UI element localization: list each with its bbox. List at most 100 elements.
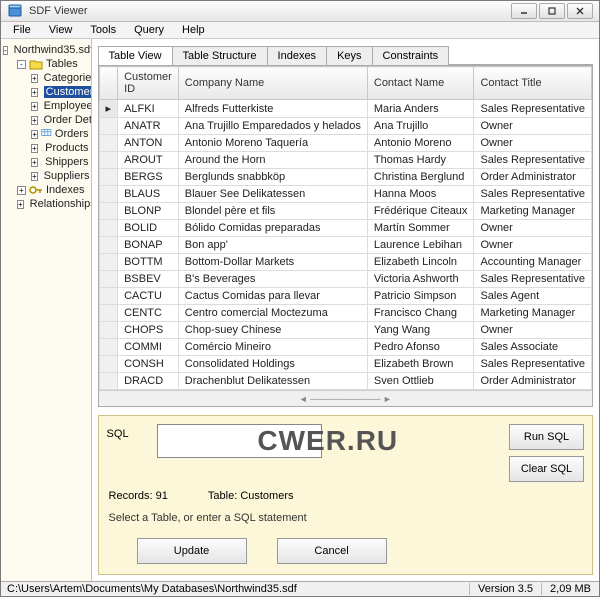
row-selector[interactable] [99, 152, 118, 169]
table-row[interactable]: CENTCCentro comercial MoctezumaFrancisco… [99, 305, 591, 322]
tree-relationships[interactable]: + Relationships [17, 197, 89, 211]
table-row[interactable]: BSBEVB's BeveragesVictoria AshworthSales… [99, 271, 591, 288]
cell[interactable]: Marketing Manager [474, 305, 592, 322]
cell[interactable]: CACTU [118, 288, 179, 305]
cell[interactable]: COMMI [118, 339, 179, 356]
menu-view[interactable]: View [41, 22, 81, 38]
menu-query[interactable]: Query [126, 22, 172, 38]
tab-table-view[interactable]: Table View [98, 46, 173, 65]
minimize-button[interactable] [511, 3, 537, 19]
cell[interactable]: Thomas Hardy [367, 152, 474, 169]
cancel-button[interactable]: Cancel [277, 538, 387, 564]
cell[interactable]: Sales Representative [474, 356, 592, 373]
cell[interactable]: Sales Representative [474, 100, 592, 118]
cell[interactable]: Cactus Comidas para llevar [178, 288, 367, 305]
row-selector[interactable] [99, 135, 118, 152]
cell[interactable]: Centro comercial Moctezuma [178, 305, 367, 322]
expand-toggle[interactable]: + [31, 88, 38, 97]
cell[interactable]: Comércio Mineiro [178, 339, 367, 356]
cell[interactable]: DRACD [118, 373, 179, 390]
clear-sql-button[interactable]: Clear SQL [509, 456, 584, 482]
expand-toggle[interactable]: + [31, 102, 38, 111]
tree-table-item[interactable]: +Orders [31, 127, 89, 141]
cell[interactable]: Order Administrator [474, 169, 592, 186]
row-selector[interactable] [99, 118, 118, 135]
expand-toggle[interactable]: - [3, 46, 8, 55]
row-selector[interactable] [99, 169, 118, 186]
grid-scroll[interactable]: Customer IDCompany NameContact NameConta… [99, 66, 592, 390]
horizontal-scrollbar[interactable]: ◄ ─────────── ► [99, 390, 592, 406]
expand-toggle[interactable]: + [31, 74, 38, 83]
expand-toggle[interactable]: + [31, 144, 38, 153]
cell[interactable]: Sales Associate [474, 339, 592, 356]
cell[interactable]: Blauer See Delikatessen [178, 186, 367, 203]
table-row[interactable]: BOTTMBottom-Dollar MarketsElizabeth Linc… [99, 254, 591, 271]
cell[interactable]: Owner [474, 322, 592, 339]
tree-table-item[interactable]: +Employees [31, 99, 89, 113]
cell[interactable]: Sales Representative [474, 186, 592, 203]
cell[interactable]: Frédérique Citeaux [367, 203, 474, 220]
tree-table-item[interactable]: +Products [31, 141, 89, 155]
cell[interactable]: BLONP [118, 203, 179, 220]
menu-tools[interactable]: Tools [82, 22, 124, 38]
cell[interactable]: Sales Representative [474, 271, 592, 288]
table-row[interactable]: COMMIComércio MineiroPedro AfonsoSales A… [99, 339, 591, 356]
row-selector[interactable] [99, 356, 118, 373]
cell[interactable]: Ana Trujillo Emparedados y helados [178, 118, 367, 135]
cell[interactable]: Owner [474, 118, 592, 135]
cell[interactable]: BLAUS [118, 186, 179, 203]
expand-toggle[interactable]: + [31, 116, 38, 125]
cell[interactable]: Marketing Manager [474, 203, 592, 220]
table-row[interactable]: BONAPBon app'Laurence LebihanOwner [99, 237, 591, 254]
cell[interactable]: ALFKI [118, 100, 179, 118]
cell[interactable]: CHOPS [118, 322, 179, 339]
cell[interactable]: Sales Representative [474, 152, 592, 169]
row-selector[interactable] [99, 203, 118, 220]
row-selector[interactable]: ▸ [99, 100, 118, 118]
row-selector[interactable] [99, 237, 118, 254]
cell[interactable]: Blondel père et fils [178, 203, 367, 220]
cell[interactable]: CENTC [118, 305, 179, 322]
cell[interactable]: Chop-suey Chinese [178, 322, 367, 339]
cell[interactable]: Consolidated Holdings [178, 356, 367, 373]
tree-panel[interactable]: - Northwind35.sdf - Tables +Categories+C… [1, 39, 92, 581]
menu-file[interactable]: File [5, 22, 39, 38]
row-selector[interactable] [99, 305, 118, 322]
table-row[interactable]: DRACDDrachenblut DelikatessenSven Ottlie… [99, 373, 591, 390]
cell[interactable]: Berglunds snabbköp [178, 169, 367, 186]
update-button[interactable]: Update [137, 538, 247, 564]
cell[interactable]: Hanna Moos [367, 186, 474, 203]
cell[interactable]: BSBEV [118, 271, 179, 288]
row-selector[interactable] [99, 373, 118, 390]
cell[interactable]: Francisco Chang [367, 305, 474, 322]
tab-indexes[interactable]: Indexes [267, 46, 328, 65]
expand-toggle[interactable]: + [17, 200, 24, 209]
cell[interactable]: B's Beverages [178, 271, 367, 288]
cell[interactable]: Owner [474, 220, 592, 237]
table-row[interactable]: BERGSBerglunds snabbköpChristina Berglun… [99, 169, 591, 186]
cell[interactable]: Accounting Manager [474, 254, 592, 271]
column-header[interactable]: Customer ID [118, 67, 179, 100]
table-row[interactable]: CONSHConsolidated HoldingsElizabeth Brow… [99, 356, 591, 373]
expand-toggle[interactable]: + [31, 130, 38, 139]
table-row[interactable]: BLONPBlondel père et filsFrédérique Cite… [99, 203, 591, 220]
table-row[interactable]: CHOPSChop-suey ChineseYang WangOwner [99, 322, 591, 339]
row-selector[interactable] [99, 254, 118, 271]
table-row[interactable]: BOLIDBólido Comidas preparadasMartín Som… [99, 220, 591, 237]
cell[interactable]: Maria Anders [367, 100, 474, 118]
table-row[interactable]: ▸ALFKIAlfreds FutterkisteMaria AndersSal… [99, 100, 591, 118]
sql-input[interactable] [157, 424, 322, 458]
cell[interactable]: Alfreds Futterkiste [178, 100, 367, 118]
cell[interactable]: CONSH [118, 356, 179, 373]
cell[interactable]: Owner [474, 135, 592, 152]
expand-toggle[interactable]: + [31, 172, 38, 181]
cell[interactable]: Order Administrator [474, 373, 592, 390]
row-selector[interactable] [99, 186, 118, 203]
cell[interactable]: Sven Ottlieb [367, 373, 474, 390]
cell[interactable]: Christina Berglund [367, 169, 474, 186]
table-row[interactable]: CACTUCactus Comidas para llevarPatricio … [99, 288, 591, 305]
tree-table-item[interactable]: +Suppliers [31, 169, 89, 183]
cell[interactable]: Victoria Ashworth [367, 271, 474, 288]
cell[interactable]: ANTON [118, 135, 179, 152]
cell[interactable]: BERGS [118, 169, 179, 186]
